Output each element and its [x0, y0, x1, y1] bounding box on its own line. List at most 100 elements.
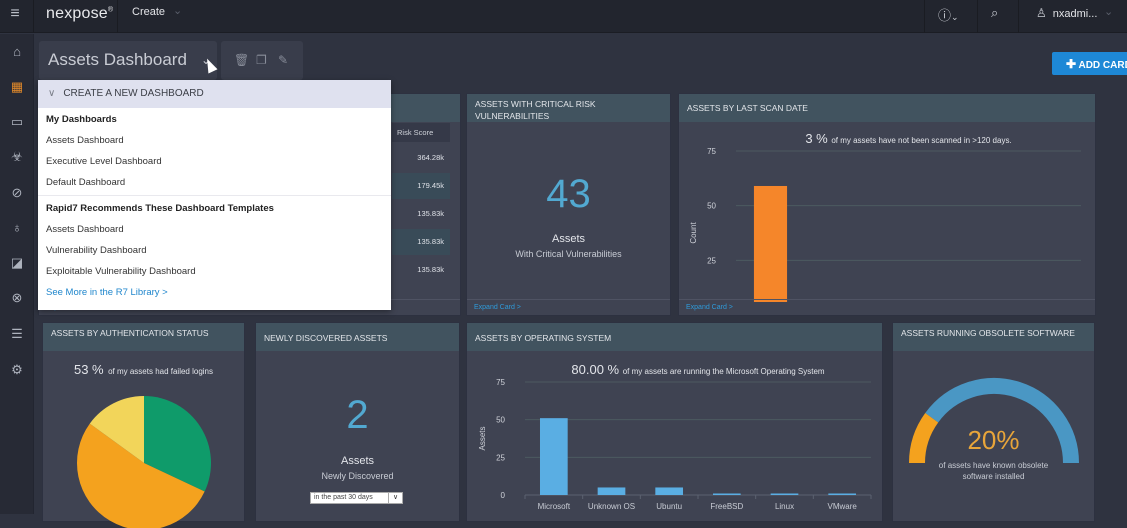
- critical-count[interactable]: 43: [467, 172, 670, 217]
- divider: [977, 0, 978, 33]
- help-menu[interactable]: ⓘ⌄: [938, 5, 959, 24]
- bar-ubuntu: [655, 487, 684, 495]
- create-new-dashboard[interactable]: ∨ CREATE A NEW DASHBOARD: [38, 80, 391, 108]
- bar-linux: [770, 493, 799, 495]
- chevron-down-icon: ∨: [388, 493, 402, 503]
- y-tick-label: 0: [501, 491, 506, 500]
- obsolete-sublabel-1: of assets have known obsolete: [938, 461, 1049, 470]
- pencil-icon[interactable]: ✎: [278, 53, 288, 67]
- bar-freebsd: [712, 493, 741, 495]
- y-tick-label: 75: [707, 147, 716, 156]
- y-axis-label: Assets: [478, 426, 487, 450]
- y-axis-label: Count: [689, 222, 698, 244]
- table-cell: 135.83k: [392, 257, 450, 283]
- chevron-down-icon[interactable]: ⌄: [1104, 5, 1113, 18]
- y-tick-label: 50: [707, 202, 716, 211]
- logo-text: nexpose: [46, 5, 108, 22]
- my-dashboards-heading: My Dashboards: [46, 114, 117, 125]
- card-title: ASSETS BY LAST SCAN DATE: [679, 94, 1095, 122]
- table-cell: 135.83k: [392, 201, 450, 227]
- chevron-down-icon: ⌄: [951, 12, 959, 22]
- dashboards-icon[interactable]: ▦: [6, 76, 28, 98]
- new-assets-count[interactable]: 2: [256, 393, 459, 438]
- card-last-scan-date: ASSETS BY LAST SCAN DATE 3 % of my asset…: [678, 93, 1096, 316]
- card-title: ASSETS BY OPERATING SYSTEM: [467, 323, 882, 351]
- os-chart: 80.00 % of my assets are running the Mic…: [478, 362, 872, 511]
- chart-stat: 80.00 % of my assets are running the Mic…: [571, 362, 825, 377]
- expand-card-link[interactable]: Expand Card >: [467, 299, 670, 315]
- add-card-button[interactable]: ✚ ADD CARD: [1052, 52, 1127, 75]
- y-tick-label: 25: [496, 453, 505, 462]
- table-cell: 135.83k: [392, 229, 450, 255]
- tags-icon[interactable]: ⊗: [6, 287, 28, 309]
- user-menu[interactable]: ♙ nxadmi...: [1036, 6, 1097, 20]
- trash-icon[interactable]: 🗑: [234, 53, 249, 67]
- dropdown-item[interactable]: Vulnerability Dashboard: [38, 240, 391, 261]
- dashboard-tools: 🗑 ❐ ✎: [221, 41, 303, 80]
- assets-icon[interactable]: ▭: [6, 111, 28, 133]
- period-select[interactable]: in the past 30 days ∨: [310, 492, 403, 504]
- create-menu[interactable]: Create: [132, 6, 165, 18]
- dropdown-item[interactable]: Executive Level Dashboard: [38, 151, 391, 172]
- policies-icon[interactable]: ⊘: [6, 182, 28, 204]
- help-icon: ⓘ: [938, 8, 952, 23]
- card-title: ASSETS WITH CRITICAL RISK VULNERABILITIE…: [467, 94, 670, 122]
- plus-icon: ✚: [1066, 57, 1077, 71]
- recommended-heading: Rapid7 Recommends These Dashboard Templa…: [46, 203, 274, 214]
- divider: [924, 0, 925, 33]
- x-tick-label: VMware: [827, 502, 857, 511]
- critical-sublabel: With Critical Vulnerabilities: [515, 249, 622, 259]
- obsolete-value[interactable]: 20%: [893, 425, 1094, 456]
- critical-label: Assets: [551, 233, 585, 245]
- reports-icon[interactable]: ◪: [6, 252, 28, 274]
- sidebar: ⌂ ▦ ▭ ☣ ⊘ ♁ ◪ ⊗ ☰ ⚙: [0, 34, 34, 514]
- card-authentication-status: ASSETS BY AUTHENTICATION STATUS 53 % of …: [42, 322, 245, 528]
- table-cell: 179.45k: [392, 173, 450, 199]
- card-title: ASSETS BY AUTHENTICATION STATUS: [43, 323, 244, 351]
- dropdown-item[interactable]: Exploitable Vulnerability Dashboard: [38, 261, 391, 282]
- user-icon: ♙: [1036, 6, 1047, 20]
- obsolete-sublabel-2: software installed: [962, 472, 1025, 481]
- auth-pie-chart: [77, 396, 211, 528]
- settings-icon[interactable]: ⚙: [6, 359, 28, 381]
- divider: [38, 195, 391, 196]
- menu-icon[interactable]: ≡: [6, 5, 24, 23]
- card-title: NEWLY DISCOVERED ASSETS: [256, 323, 459, 351]
- x-tick-label: FreeBSD: [710, 502, 743, 511]
- home-icon[interactable]: ⌂: [6, 41, 28, 63]
- bar-unknown-os: [597, 487, 626, 495]
- r7-library-link[interactable]: See More in the R7 Library >: [38, 282, 391, 303]
- vulnerabilities-icon[interactable]: ☣: [6, 146, 28, 168]
- copy-icon[interactable]: ❐: [256, 53, 267, 67]
- nexpose-logo[interactable]: nexpose®: [46, 5, 113, 23]
- dropdown-item[interactable]: Assets Dashboard: [38, 219, 391, 240]
- chart-stat-value: 3 %: [805, 131, 831, 146]
- chevron-down-icon[interactable]: ⌄: [173, 4, 182, 17]
- search-icon[interactable]: ⌕: [991, 5, 998, 21]
- y-tick-label: 25: [707, 256, 716, 265]
- chart-stat-text: of my assets have not been scanned in >1…: [831, 136, 1011, 145]
- chevron-down-icon: ∨: [48, 88, 56, 99]
- bar-microsoft: [539, 418, 568, 495]
- card-operating-system: ASSETS BY OPERATING SYSTEM 80.00 % of my…: [466, 322, 883, 522]
- y-tick-label: 75: [496, 378, 505, 387]
- y-tick-label: 50: [496, 416, 505, 425]
- auth-stat-value: 53 %: [73, 362, 104, 377]
- table-header-risk-score[interactable]: Risk Score: [392, 123, 450, 142]
- new-assets-sublabel: Newly Discovered: [321, 471, 394, 481]
- table-cell: 364.28k: [392, 145, 450, 171]
- expand-card-link[interactable]: Expand Card >: [679, 299, 1095, 315]
- chart-stat: 3 % of my assets have not been scanned i…: [805, 131, 1011, 146]
- card-critical-risk: ASSETS WITH CRITICAL RISK VULNERABILITIE…: [466, 93, 671, 316]
- dropdown-item[interactable]: Default Dashboard: [38, 172, 391, 193]
- dashboard-title: Assets Dashboard: [48, 50, 187, 69]
- remediation-icon[interactable]: ♁: [6, 217, 28, 239]
- card-title: ASSETS RUNNING OBSOLETE SOFTWARE: [893, 323, 1094, 351]
- scans-icon[interactable]: ☰: [6, 323, 28, 345]
- divider: [33, 0, 34, 33]
- x-tick-label: Microsoft: [538, 502, 571, 511]
- dropdown-item[interactable]: Assets Dashboard: [38, 130, 391, 151]
- x-tick-label: Unknown OS: [588, 502, 635, 511]
- top-bar: ≡ nexpose® Create ⌄ ⓘ⌄ ⌕ ♙ nxadmi... ⌄: [0, 0, 1127, 33]
- dashboard-selector[interactable]: Assets Dashboard ⌄: [39, 41, 217, 80]
